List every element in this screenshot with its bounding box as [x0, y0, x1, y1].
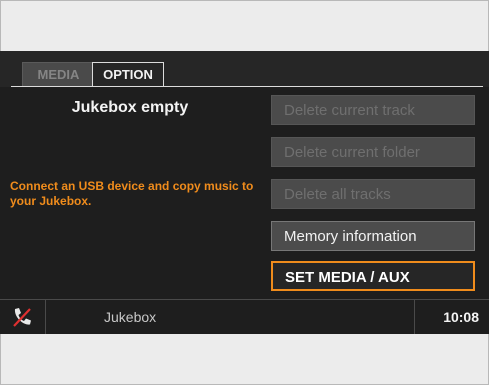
delete-current-folder-button[interactable]: Delete current folder: [271, 137, 475, 167]
memory-information-button[interactable]: Memory information: [271, 221, 475, 251]
delete-all-tracks-button[interactable]: Delete all tracks: [271, 179, 475, 209]
clock-time: 10:08: [443, 309, 479, 325]
jukebox-status-title: Jukebox empty: [71, 99, 189, 116]
set-media-aux-button[interactable]: SET MEDIA / AUX: [271, 261, 475, 291]
current-source-label: Jukebox: [104, 309, 157, 325]
option-panel: Jukebox empty Connect an USB device and …: [0, 87, 489, 299]
phone-icon: [13, 308, 32, 327]
infotainment-screen: MEDIA OPTION Jukebox empty Connect an US…: [0, 51, 489, 334]
jukebox-hint-message: Connect an USB device and copy music to …: [10, 179, 254, 208]
delete-current-track-button[interactable]: Delete current track: [271, 95, 475, 125]
status-bar: Jukebox 10:08: [0, 299, 489, 334]
status-divider: [45, 300, 46, 334]
status-divider: [414, 300, 415, 334]
tab-option[interactable]: OPTION: [92, 62, 164, 86]
tab-media[interactable]: MEDIA: [22, 62, 95, 86]
